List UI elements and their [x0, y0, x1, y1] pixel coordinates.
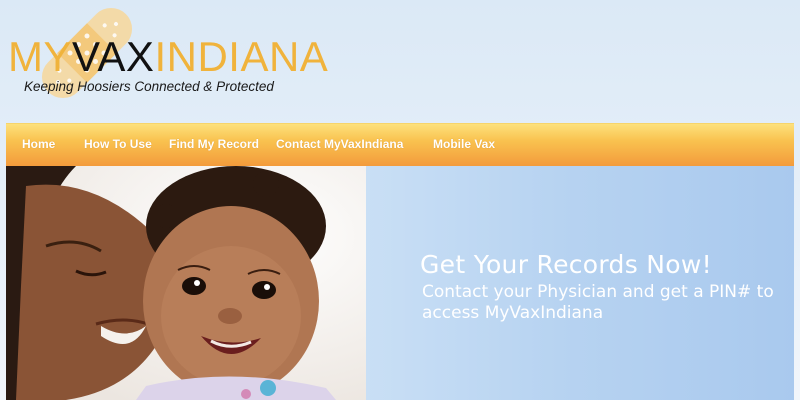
content-area-top — [0, 400, 800, 412]
brand-my: MY — [8, 33, 72, 80]
hero-headline: Get Your Records Now! — [420, 250, 712, 279]
nav-contact[interactable]: Contact MyVaxIndiana — [276, 137, 403, 151]
nav-mobile-vax[interactable]: Mobile Vax — [433, 137, 495, 151]
brand-wordmark: MYVAXINDIANA — [8, 34, 328, 80]
main-nav: Home How To Use Find My Record Contact M… — [6, 123, 794, 167]
site-logo[interactable]: MYVAXINDIANA Keeping Hoosiers Connected … — [0, 0, 328, 118]
hero-text-panel: Get Your Records Now! Contact your Physi… — [366, 166, 794, 400]
brand-vax: VAX — [72, 33, 155, 80]
nav-how-to-use[interactable]: How To Use — [84, 137, 152, 151]
brand-indiana: INDIANA — [154, 33, 329, 80]
mother-baby-illustration — [6, 166, 366, 400]
hero-photo — [6, 166, 366, 400]
tagline: Keeping Hoosiers Connected & Protected — [24, 79, 274, 94]
nav-find-my-record[interactable]: Find My Record — [169, 137, 259, 151]
hero-subtext: Contact your Physician and get a PIN# to… — [422, 282, 774, 323]
hero-banner: Get Your Records Now! Contact your Physi… — [6, 166, 794, 400]
nav-home[interactable]: Home — [22, 137, 55, 151]
